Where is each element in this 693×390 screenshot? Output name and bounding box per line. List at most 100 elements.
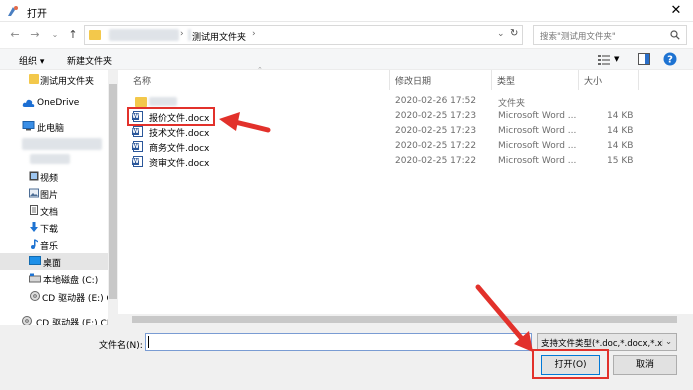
- file-date: 2020-02-25 17:22: [395, 156, 477, 166]
- sidebar-item-videos[interactable]: 视频: [0, 168, 110, 185]
- chevron-down-icon: ⌄: [665, 337, 673, 347]
- new-folder-button[interactable]: 新建文件夹: [67, 54, 112, 67]
- file-type: Microsoft Word ...: [498, 126, 577, 136]
- word-document-icon: [132, 126, 143, 137]
- file-size: 14 KB: [607, 141, 634, 151]
- column-header-size[interactable]: 大小: [584, 74, 602, 87]
- forward-icon[interactable]: →: [28, 28, 42, 42]
- sidebar-item-label: 文档: [40, 208, 59, 218]
- sidebar-item-label: 视频: [40, 174, 59, 184]
- file-date: 2020-02-25 17:23: [395, 126, 477, 136]
- sidebar-item-label: 音乐: [40, 242, 59, 252]
- download-icon: [30, 222, 38, 232]
- organize-button[interactable]: 组织 ▾: [19, 54, 44, 67]
- file-type-filter-value: 支持文件类型(*.doc,*.docx,*.xl: [541, 339, 663, 349]
- sidebar-item-onedrive[interactable]: OneDrive: [0, 95, 110, 112]
- view-options-icon[interactable]: [598, 54, 610, 65]
- up-icon[interactable]: ↑: [66, 28, 80, 42]
- folder-icon: [89, 30, 101, 40]
- sidebar-item-label: 下载: [40, 225, 59, 235]
- address-row: ← → ⌄ ↑ › 测试用文件夹 › ⌄ ↻ 搜索"测试用文件夹": [0, 22, 693, 48]
- music-icon: [31, 239, 38, 249]
- column-header-date[interactable]: 修改日期: [395, 74, 431, 87]
- word-document-icon: [132, 156, 143, 167]
- sort-indicator-icon: ⌃: [257, 66, 263, 74]
- sidebar-scrollbar-thumb[interactable]: [109, 84, 117, 299]
- desktop-icon: [29, 256, 41, 265]
- blurred-nav-item: [22, 138, 102, 150]
- blurred-path-segment: [109, 29, 179, 41]
- cancel-button[interactable]: 取消: [613, 355, 677, 375]
- history-dropdown-icon[interactable]: ⌄: [497, 29, 505, 39]
- sidebar-item-documents[interactable]: 文档: [0, 202, 110, 219]
- app-icon: [8, 6, 18, 16]
- title-bar: 打开 ✕: [0, 0, 693, 22]
- sidebar-item-label: 测试用文件夹: [40, 77, 95, 87]
- blurred-nav-item: [30, 154, 70, 164]
- column-divider[interactable]: [389, 70, 390, 90]
- preview-pane-icon[interactable]: [638, 53, 650, 65]
- file-date: 2020-02-26 17:52: [395, 96, 477, 106]
- filename-input[interactable]: [145, 333, 532, 351]
- document-icon: [30, 205, 38, 215]
- search-input[interactable]: 搜索"测试用文件夹": [533, 25, 687, 45]
- highlight-box-quote-file: [127, 107, 215, 126]
- file-row-qualification[interactable]: 资审文件.docx 2020-02-25 17:22 Microsoft Wor…: [129, 154, 671, 169]
- breadcrumb-current[interactable]: 测试用文件夹: [192, 30, 246, 43]
- file-date: 2020-02-25 17:23: [395, 111, 477, 121]
- view-dropdown-icon[interactable]: ▼: [614, 55, 619, 63]
- file-name: 资审文件.docx: [149, 159, 210, 169]
- word-document-icon: [132, 141, 143, 152]
- folder-icon: [29, 74, 39, 84]
- column-header-name[interactable]: 名称: [133, 74, 151, 87]
- window-title: 打开: [27, 9, 47, 20]
- disk-icon: [29, 273, 41, 283]
- file-list-scrollbar-thumb[interactable]: [132, 316, 677, 323]
- sidebar-item-label: 本地磁盘 (C:): [43, 276, 99, 286]
- file-size: 15 KB: [607, 156, 634, 166]
- navigation-pane: 测试用文件夹 OneDrive 此电脑 视频 图片 文档 下载 音乐 桌面 本地…: [0, 70, 118, 329]
- sidebar-item-label: OneDrive: [37, 98, 80, 108]
- sidebar-item-label: 此电脑: [37, 124, 65, 134]
- sidebar-item-label: 桌面: [43, 259, 62, 269]
- filename-label: 文件名(N):: [99, 341, 143, 351]
- sidebar-item-label: 图片: [40, 191, 59, 201]
- search-icon[interactable]: [670, 30, 680, 40]
- sidebar-item-music[interactable]: 音乐: [0, 236, 110, 253]
- close-icon[interactable]: ✕: [662, 2, 690, 20]
- back-icon[interactable]: ←: [8, 28, 22, 42]
- sidebar-item-this-pc[interactable]: 此电脑: [0, 118, 110, 135]
- column-header-type[interactable]: 类型: [497, 74, 515, 87]
- sidebar-item-pictures[interactable]: 图片: [0, 185, 110, 202]
- computer-icon: [22, 121, 35, 131]
- sidebar-item-cd-drive-1[interactable]: CD 驱动器 (E:) C: [0, 288, 113, 305]
- search-placeholder: 搜索"测试用文件夹": [540, 32, 616, 42]
- sidebar-item-local-disk-c[interactable]: 本地磁盘 (C:): [0, 270, 110, 287]
- file-row-technical[interactable]: 技术文件.docx 2020-02-25 17:23 Microsoft Wor…: [129, 124, 671, 139]
- highlight-box-open-button: [532, 349, 609, 379]
- column-divider[interactable]: [578, 70, 579, 90]
- file-name: 商务文件.docx: [149, 144, 210, 154]
- file-type: Microsoft Word ...: [498, 156, 577, 166]
- file-type: Microsoft Word ...: [498, 111, 577, 121]
- refresh-icon[interactable]: ↻: [510, 28, 518, 39]
- blurred-file-name: [149, 97, 177, 106]
- file-row-business[interactable]: 商务文件.docx 2020-02-25 17:22 Microsoft Wor…: [129, 139, 671, 154]
- column-divider[interactable]: [638, 70, 639, 90]
- sidebar-item-desktop[interactable]: 桌面: [0, 253, 108, 270]
- svg-text:?: ?: [667, 55, 673, 66]
- sidebar-item-downloads[interactable]: 下载: [0, 219, 110, 236]
- file-date: 2020-02-25 17:22: [395, 141, 477, 151]
- file-size: 14 KB: [607, 126, 634, 136]
- address-bar[interactable]: › 测试用文件夹 › ⌄ ↻: [84, 25, 523, 45]
- sidebar-item-label: CD 驱动器 (E:) C: [42, 294, 113, 304]
- video-icon: [29, 171, 39, 181]
- command-bar: 组织 ▾ 新建文件夹 ▼ ?: [0, 48, 693, 70]
- recent-chevron-icon[interactable]: ⌄: [48, 28, 62, 42]
- sidebar-item-test-folder[interactable]: 测试用文件夹: [0, 71, 110, 88]
- file-type: Microsoft Word ...: [498, 141, 577, 151]
- folder-icon: [135, 97, 147, 107]
- help-icon[interactable]: ?: [663, 52, 677, 66]
- column-divider[interactable]: [491, 70, 492, 90]
- file-name: 技术文件.docx: [149, 129, 210, 139]
